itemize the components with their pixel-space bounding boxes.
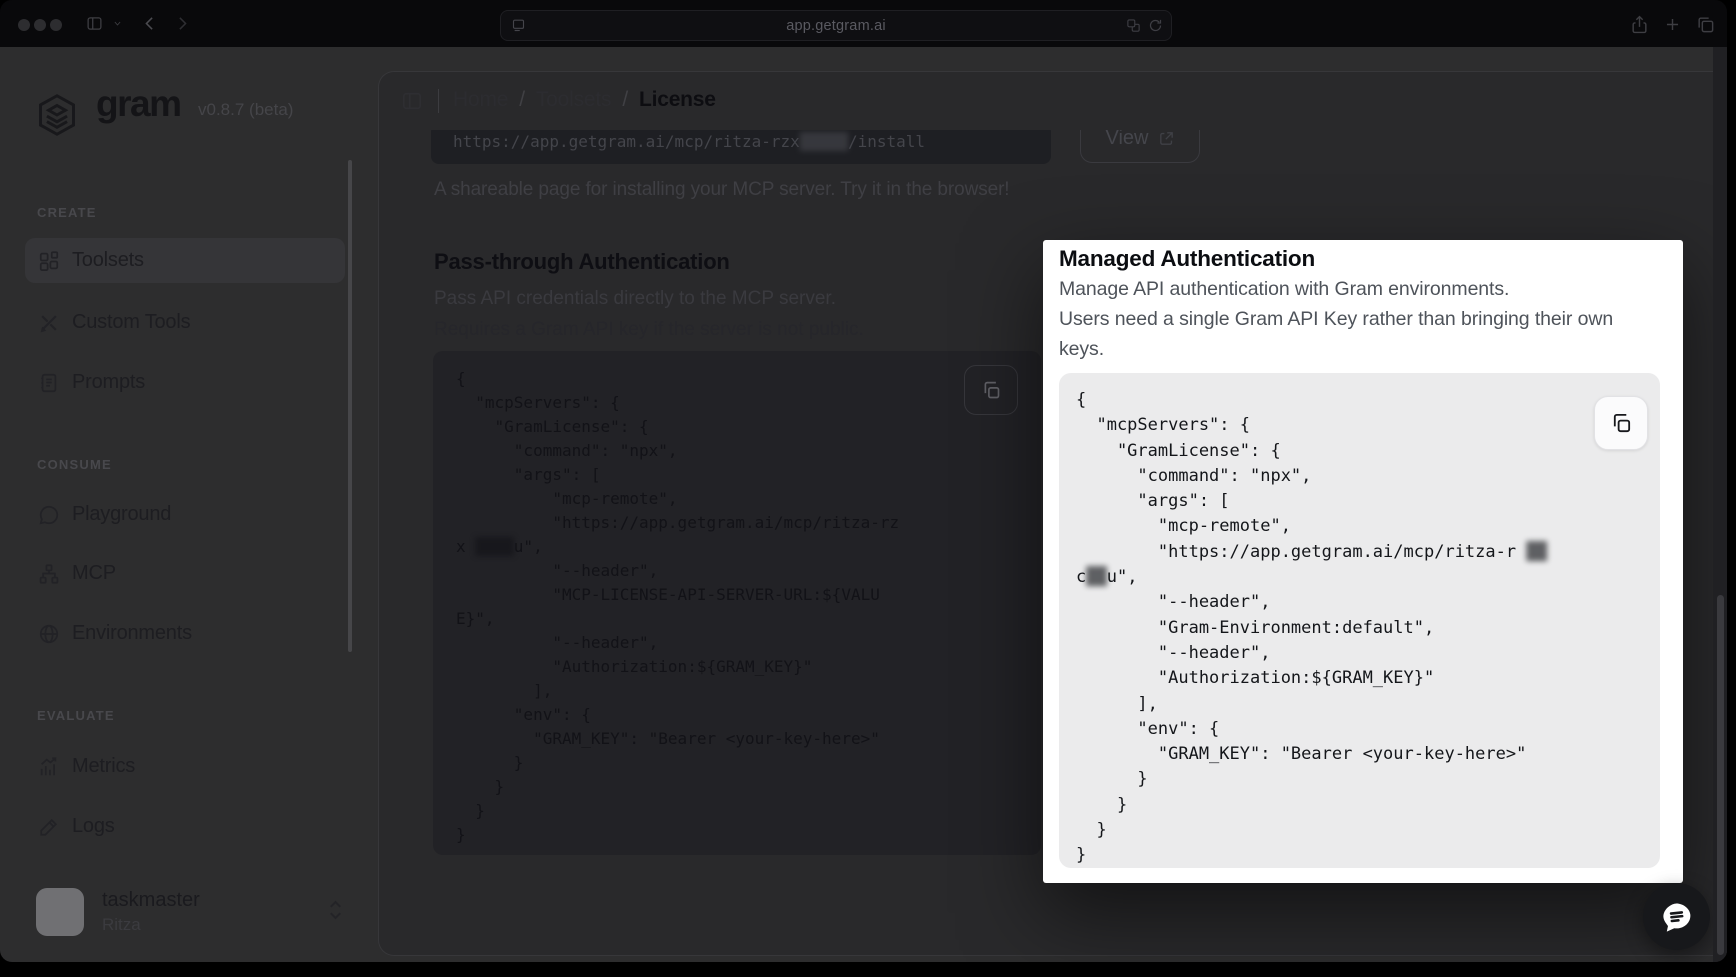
- network-nodes-icon: [38, 563, 60, 585]
- pencil-icon: [38, 816, 60, 838]
- passthrough-code: { "mcpServers": { "GramLicense": { "comm…: [456, 367, 1037, 851]
- breadcrumb-toolsets[interactable]: Toolsets: [536, 88, 611, 112]
- passthrough-desc-1: Pass API credentials directly to the MCP…: [434, 288, 836, 310]
- breadcrumb-home[interactable]: Home: [453, 88, 508, 112]
- managed-auth-modal: Managed Authentication Manage API authen…: [1043, 240, 1683, 883]
- copy-button[interactable]: [964, 365, 1018, 415]
- modal-title: Managed Authentication: [1059, 246, 1315, 272]
- modal-desc-1: Manage API authentication with Gram envi…: [1059, 278, 1509, 301]
- managed-auth-code: { "mcpServers": { "GramLicense": { "comm…: [1076, 388, 1656, 864]
- back-button[interactable]: [141, 15, 159, 32]
- sidebar-item-toolsets[interactable]: Toolsets: [25, 238, 345, 283]
- gram-logo-icon: [35, 92, 79, 138]
- user-org: Ritza: [102, 915, 141, 935]
- breadcrumb-current: License: [639, 88, 716, 112]
- breadcrumb-separator: /: [622, 88, 628, 112]
- copy-button[interactable]: [1594, 396, 1648, 450]
- reload-icon[interactable]: [1148, 18, 1163, 33]
- sidebar-section-consume: CONSUME: [37, 457, 112, 472]
- chevrons-up-down-icon[interactable]: [326, 897, 345, 923]
- sidebar-item-logs[interactable]: Logs: [25, 804, 345, 849]
- tab-overview-icon[interactable]: [1696, 15, 1715, 34]
- avatar[interactable]: [36, 888, 84, 936]
- sidebar-toggle-icon[interactable]: [85, 15, 104, 32]
- sidebar-section-evaluate: EVALUATE: [37, 708, 115, 723]
- view-button[interactable]: View: [1080, 130, 1200, 163]
- sidebar-item-metrics[interactable]: Metrics: [25, 744, 345, 789]
- sidebar-item-mcp[interactable]: MCP: [25, 551, 345, 596]
- metrics-chart-icon: [38, 756, 60, 778]
- new-tab-icon[interactable]: [1663, 15, 1682, 34]
- managed-auth-code-block: { "mcpServers": { "GramLicense": { "comm…: [1059, 373, 1660, 868]
- close-window-button[interactable]: [18, 19, 30, 31]
- app-page: gram v0.8.7 (beta) CREATE Toolsets Custo…: [0, 47, 1727, 962]
- sidebar-scrollbar[interactable]: [348, 160, 352, 652]
- page-scrollbar-thumb[interactable]: [1717, 595, 1724, 955]
- url-text: app.getgram.ai: [786, 18, 886, 34]
- custom-tools-icon: [38, 312, 60, 334]
- copy-icon: [1610, 412, 1633, 435]
- header-divider: [438, 89, 439, 113]
- chevron-down-icon[interactable]: [112, 19, 123, 28]
- globe-icon: [38, 623, 60, 645]
- external-link-icon: [1158, 130, 1175, 147]
- prompts-icon: [38, 372, 60, 394]
- breadcrumb-separator: /: [519, 88, 525, 112]
- passthrough-code-block: { "mcpServers": { "GramLicense": { "comm…: [433, 351, 1041, 855]
- modal-desc-3: keys.: [1059, 338, 1104, 361]
- passthrough-title: Pass-through Authentication: [434, 249, 730, 275]
- sidebar-item-environments[interactable]: Environments: [25, 611, 345, 656]
- install-url-field[interactable]: https://app.getgram.ai/mcp/ritza-rzx████…: [431, 130, 1051, 164]
- passthrough-desc-2: Requires a Gram API key if the server is…: [434, 319, 864, 341]
- browser-toolbar: app.getgram.ai: [0, 0, 1727, 47]
- minimize-window-button[interactable]: [34, 19, 46, 31]
- app-wordmark: gram: [96, 83, 180, 125]
- page-header: Home / Toolsets / License: [379, 72, 1727, 130]
- sidebar-item-playground[interactable]: Playground: [25, 492, 345, 537]
- breadcrumb: Home / Toolsets / License: [453, 88, 716, 112]
- sidebar-item-custom-tools[interactable]: Custom Tools: [25, 300, 345, 345]
- chat-widget-button[interactable]: [1643, 883, 1710, 950]
- zoom-window-button[interactable]: [50, 19, 62, 31]
- reader-page-icon: [511, 18, 526, 33]
- sidebar-item-prompts[interactable]: Prompts: [25, 360, 345, 405]
- install-url-text: https://app.getgram.ai/mcp/ritza-rzx████…: [453, 130, 1051, 163]
- browser-window: app.getgram.ai gram v0.8.7 (beta) CREATE: [0, 0, 1727, 962]
- chat-bubble-icon: [38, 504, 60, 526]
- share-icon[interactable]: [1630, 15, 1649, 34]
- app-version: v0.8.7 (beta): [198, 100, 293, 120]
- address-bar[interactable]: app.getgram.ai: [500, 10, 1172, 41]
- panel-toggle-icon[interactable]: [401, 90, 423, 112]
- share-caption: A shareable page for installing your MCP…: [434, 179, 1010, 201]
- copy-icon: [981, 380, 1002, 401]
- sidebar-section-create: CREATE: [37, 205, 97, 220]
- chat-bubble-icon: [1657, 897, 1697, 937]
- translate-icon[interactable]: [1126, 18, 1141, 33]
- toolsets-icon: [38, 250, 60, 272]
- forward-button[interactable]: [173, 15, 191, 32]
- user-name: taskmaster: [102, 889, 200, 912]
- modal-desc-2: Users need a single Gram API Key rather …: [1059, 308, 1613, 331]
